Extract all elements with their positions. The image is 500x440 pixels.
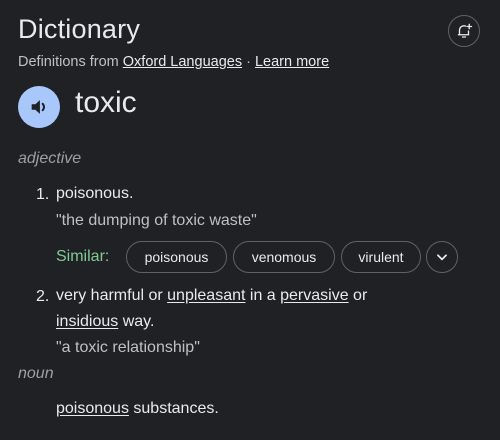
create-alert-button[interactable]	[448, 15, 480, 47]
def2-text-part: way.	[118, 313, 155, 330]
def2-text-part: in a	[245, 287, 281, 304]
definition-2-text: very harmful or unpleasant in a pervasiv…	[56, 283, 367, 335]
oxford-languages-link[interactable]: Oxford Languages	[123, 54, 242, 70]
chevron-down-icon	[437, 254, 447, 261]
page-title: Dictionary	[18, 14, 141, 44]
def2-text-part: or	[348, 287, 368, 304]
similar-chip-venomous[interactable]: venomous	[233, 241, 335, 273]
pervasive-link[interactable]: pervasive	[280, 287, 348, 304]
definition-number-1: 1.	[36, 186, 50, 203]
learn-more-link[interactable]: Learn more	[255, 54, 329, 70]
part-of-speech-noun: noun	[18, 365, 54, 382]
definition-1-example: "the dumping of toxic waste"	[56, 212, 257, 229]
part-of-speech-adjective: adjective	[18, 150, 82, 167]
definition-2-example: "a toxic relationship"	[56, 339, 200, 356]
source-line: Definitions from Oxford Languages · Lear…	[18, 54, 329, 70]
similar-label: Similar:	[56, 248, 110, 265]
similar-chip-virulent[interactable]: virulent	[341, 241, 421, 273]
definition-number-2: 2.	[36, 288, 50, 305]
pronunciation-button[interactable]	[18, 86, 60, 128]
similar-chip-poisonous[interactable]: poisonous	[126, 241, 227, 273]
separator: ·	[246, 54, 251, 70]
bell-plus-icon	[457, 23, 473, 38]
headword: toxic	[75, 86, 137, 119]
source-prefix: Definitions from	[18, 54, 119, 70]
unpleasant-link[interactable]: unpleasant	[167, 287, 245, 304]
speaker-icon	[31, 100, 46, 114]
noun-text-part: substances.	[128, 400, 219, 417]
insidious-link[interactable]: insidious	[56, 313, 118, 330]
poisonous-link[interactable]: poisonous	[56, 400, 129, 417]
def2-text-part: very harmful or	[56, 287, 168, 304]
noun-definition-text: poisonous substances.	[56, 396, 219, 422]
expand-similar-button[interactable]	[426, 241, 458, 273]
definition-1-text: poisonous.	[56, 185, 134, 202]
